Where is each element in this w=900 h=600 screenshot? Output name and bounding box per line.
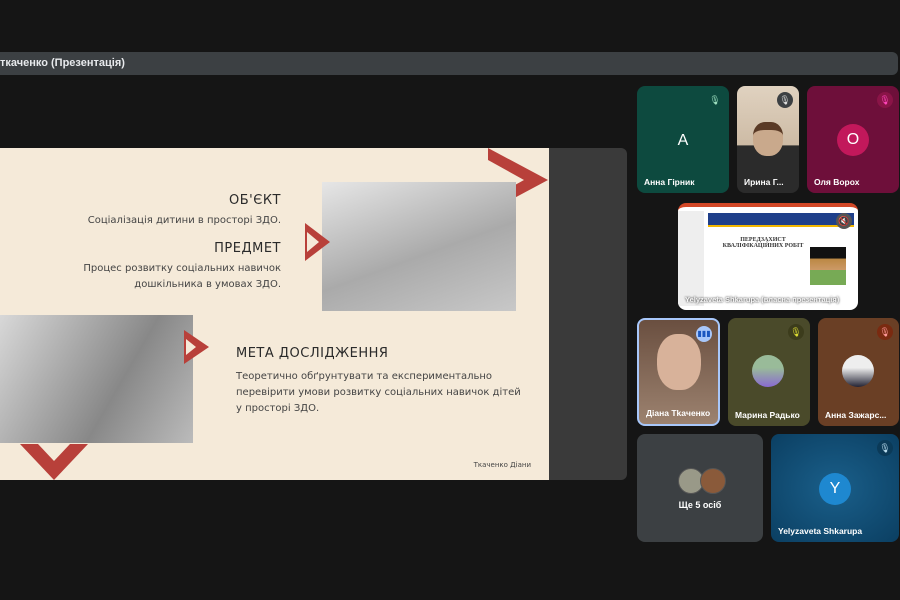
mic-off-icon: 🎙 — [788, 324, 804, 340]
avatar: А — [677, 132, 689, 149]
goal-heading: МЕТА ДОСЛІДЖЕННЯ — [236, 346, 389, 361]
goal-text-3: у просторі ЗДО. — [236, 403, 320, 414]
participant-name: Анна Зажарс... — [825, 410, 887, 420]
speaking-indicator-icon: ▮▮▮ — [696, 326, 712, 342]
participant-name: Оля Ворох — [814, 177, 860, 187]
avatar — [842, 355, 874, 387]
object-heading: ОБ'ЄКТ — [229, 193, 281, 208]
participant-name: Ирина Г... — [744, 177, 784, 187]
mic-off-icon: 🎙 — [877, 440, 893, 456]
presentation-title: ткаченко (Презентація) — [0, 57, 125, 69]
graduation-cap-icon — [810, 247, 846, 285]
arrow-decoration-inner — [186, 339, 196, 355]
subject-text-2: дошкільника в умовах ЗДО. — [134, 279, 281, 290]
mic-off-icon: 🔇 — [836, 213, 852, 229]
mic-off-icon: 🎙 — [877, 324, 893, 340]
mic-off-icon: 🎙 — [877, 92, 893, 108]
participant-tile-active-speaker[interactable]: ▮▮▮ Діана Тkaченко — [637, 318, 720, 426]
more-participants-tile[interactable]: Ще 5 осіб — [637, 434, 763, 542]
subject-heading: ПРЕДМЕТ — [214, 241, 281, 256]
participant-tile[interactable]: О 🎙 Оля Ворох — [807, 86, 899, 193]
participant-tile[interactable]: Y 🎙 Yelyzaveta Shkarupa — [771, 434, 899, 542]
avatar — [752, 355, 784, 387]
participant-name: Анна Гірник — [644, 177, 695, 187]
arrow-decoration-inner — [307, 232, 319, 252]
goal-text-2: перевірити умови розвитку соціальних нав… — [236, 387, 521, 398]
avatar: Y — [819, 473, 851, 505]
presentation-tile[interactable]: ПЕРЕДЗАХИСТ КВАЛІФІКАЦІЙНИХ РОБІТ 🔇 Yely… — [678, 203, 858, 310]
presentation-title-bar: ткаченко (Презентація) — [0, 52, 898, 75]
participant-tile[interactable]: 🎙 Марина Радько — [728, 318, 810, 426]
classroom-photo — [322, 182, 516, 311]
subject-text-1: Процес розвитку соціальних навичок — [83, 263, 281, 274]
child-photo — [0, 315, 193, 443]
thumbnail-title: ПЕРЕДЗАХИСТ КВАЛІФІКАЦІЙНИХ РОБІТ — [722, 237, 804, 249]
participant-tile[interactable]: А 🎙 Анна Гірник — [637, 86, 729, 193]
thumbnail-sidebar — [678, 211, 704, 306]
participant-video — [657, 334, 701, 390]
goal-text-1: Теоретично обґрунтувати та експериментал… — [236, 371, 493, 382]
participant-name: Марина Радько — [735, 410, 800, 420]
slide: ОБ'ЄКТ Соціалізація дитини в просторі ЗД… — [0, 148, 549, 480]
presentation-stage: ОБ'ЄКТ Соціалізація дитини в просторі ЗД… — [0, 148, 627, 480]
participant-name: Діана Тkaченко — [646, 408, 711, 418]
object-text: Соціалізація дитини в просторі ЗДО. — [87, 215, 281, 226]
slide-footer: Ткаченко Діани — [473, 461, 531, 469]
participant-name: Yelyzaveta Shkarupa — [778, 526, 863, 536]
mic-off-icon: 🎙 — [709, 95, 721, 105]
arrow-decoration-inner — [38, 444, 70, 461]
participant-video — [753, 122, 783, 156]
participant-name: Yelyzaveta Shkarupa (власна презентація) — [685, 295, 840, 304]
more-participants-label: Ще 5 осіб — [678, 500, 722, 510]
participant-tile[interactable]: 🎙 Анна Зажарс... — [818, 318, 899, 426]
avatar: О — [837, 124, 869, 156]
thumbnail-banner — [708, 213, 854, 227]
avatar — [700, 468, 726, 494]
mic-off-icon: 🎙 — [777, 92, 793, 108]
participant-tile[interactable]: 🎙 Ирина Г... — [737, 86, 799, 193]
